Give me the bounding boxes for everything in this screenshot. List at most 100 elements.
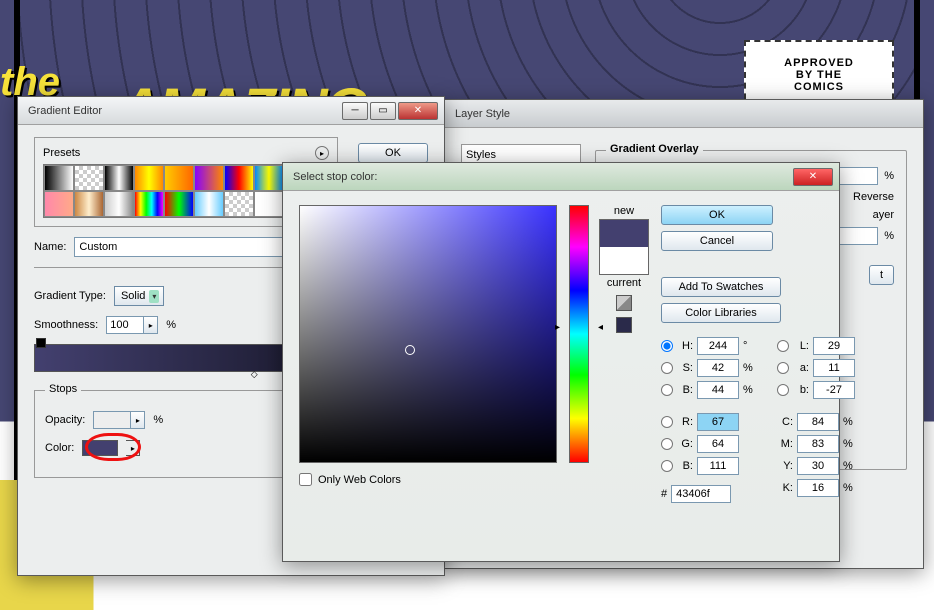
smoothness-input[interactable] (106, 316, 144, 334)
web-safe-warning-icon[interactable] (616, 295, 632, 311)
presets-label: Presets (43, 147, 80, 159)
close-icon[interactable]: ✕ (398, 102, 438, 120)
h-label: H: (677, 340, 693, 352)
b-rgb-label: B: (677, 460, 693, 472)
preset-swatch[interactable] (134, 191, 164, 217)
stamp-line2: BY THE (796, 69, 842, 81)
y-input[interactable] (797, 457, 839, 475)
new-color-swatch[interactable] (600, 220, 648, 247)
preset-swatch[interactable] (134, 165, 164, 191)
preset-swatch[interactable] (44, 191, 74, 217)
sat-radio[interactable] (661, 362, 673, 374)
gradient-type-select[interactable]: Solid (114, 286, 164, 306)
preset-swatch[interactable] (224, 191, 254, 217)
close-icon[interactable]: ✕ (793, 168, 833, 186)
preset-swatch[interactable] (254, 191, 284, 217)
only-web-colors-checkbox[interactable] (299, 473, 312, 486)
b-lab-label: b: (793, 384, 809, 396)
preset-swatch[interactable] (44, 165, 74, 191)
new-color-label: new (599, 205, 649, 217)
r-radio[interactable] (661, 416, 673, 428)
pct-unit: % (153, 414, 163, 426)
preset-swatch[interactable] (104, 165, 134, 191)
overlay-pct-input-1[interactable] (834, 167, 878, 185)
color-label: Color: (45, 442, 74, 454)
gradient-type-label: Gradient Type: (34, 290, 106, 302)
preset-swatch[interactable] (224, 165, 254, 191)
layer-style-titlebar[interactable]: Layer Style (445, 100, 923, 128)
hue-slider[interactable] (569, 205, 589, 463)
ok-button[interactable]: OK (661, 205, 773, 225)
b-lab-input[interactable] (813, 381, 855, 399)
gradient-editor-titlebar[interactable]: Gradient Editor ─ ▭ ✕ (18, 97, 444, 125)
a-radio[interactable] (777, 362, 789, 374)
pct-unit: % (843, 482, 857, 494)
a-label: a: (793, 362, 809, 374)
hex-input[interactable] (671, 485, 731, 503)
web-safe-swatch[interactable] (616, 317, 632, 333)
hue-slider-thumb-icon[interactable] (565, 322, 593, 328)
minimize-icon[interactable]: ─ (342, 102, 368, 120)
bri-radio[interactable] (661, 384, 673, 396)
gradient-editor-title: Gradient Editor (24, 105, 340, 117)
c-input[interactable] (797, 413, 839, 431)
name-label: Name: (34, 241, 66, 253)
cancel-button[interactable]: Cancel (661, 231, 773, 251)
b-lab-radio[interactable] (777, 384, 789, 396)
stops-legend: Stops (45, 383, 81, 395)
b-rgb-input[interactable] (697, 457, 739, 475)
r-input[interactable] (697, 413, 739, 431)
l-input[interactable] (813, 337, 855, 355)
preset-swatch[interactable] (74, 165, 104, 191)
stamp-line3: COMICS (794, 81, 844, 93)
opacity-stop[interactable] (36, 338, 46, 348)
b-hsb-label: B: (677, 384, 693, 396)
reverse-label: Reverse (853, 191, 894, 203)
color-swatch-arrow-icon[interactable]: ▸ (126, 440, 140, 456)
g-input[interactable] (697, 435, 739, 453)
preset-swatch[interactable] (194, 191, 224, 217)
pct-unit: % (843, 416, 857, 428)
preset-swatch[interactable] (194, 165, 224, 191)
maximize-icon[interactable]: ▭ (370, 102, 396, 120)
preset-swatch[interactable] (164, 165, 194, 191)
pct-unit: % (743, 362, 757, 374)
midpoint-icon[interactable]: ◇ (251, 369, 258, 380)
b-hsb-input[interactable] (697, 381, 739, 399)
preset-swatch[interactable] (74, 191, 104, 217)
b-rgb-radio[interactable] (661, 460, 673, 472)
ok-button[interactable]: OK (358, 143, 428, 163)
new-current-swatch (599, 219, 649, 275)
hue-radio[interactable] (661, 340, 673, 352)
l-radio[interactable] (777, 340, 789, 352)
color-picker-title: Select stop color: (289, 171, 791, 183)
r-label: R: (677, 416, 693, 428)
pct-unit: % (884, 230, 894, 242)
preset-swatch[interactable] (164, 191, 194, 217)
s-input[interactable] (697, 359, 739, 377)
color-field-marker-icon[interactable] (405, 345, 415, 355)
add-to-swatches-button[interactable]: Add To Swatches (661, 277, 781, 297)
m-input[interactable] (797, 435, 839, 453)
g-radio[interactable] (661, 438, 673, 450)
color-field[interactable] (299, 205, 557, 463)
gradient-overlay-legend: Gradient Overlay (606, 143, 703, 155)
layer-style-title: Layer Style (451, 108, 917, 120)
color-picker-titlebar[interactable]: Select stop color: ✕ (283, 163, 839, 191)
k-input[interactable] (797, 479, 839, 497)
h-input[interactable] (697, 337, 739, 355)
color-libraries-button[interactable]: Color Libraries (661, 303, 781, 323)
l-label: L: (793, 340, 809, 352)
preset-swatch[interactable] (104, 191, 134, 217)
preset-grid (43, 164, 283, 218)
a-input[interactable] (813, 359, 855, 377)
opacity-input[interactable] (93, 411, 131, 429)
hex-label: # (661, 488, 667, 500)
color-swatch[interactable] (82, 440, 118, 456)
spinner-arrow-icon[interactable]: ▸ (144, 316, 158, 334)
presets-menu-icon[interactable]: ▸ (315, 146, 329, 160)
spinner-arrow-icon[interactable]: ▸ (131, 411, 145, 429)
preset-swatch[interactable] (254, 165, 284, 191)
y-label: Y: (777, 460, 793, 472)
current-color-swatch[interactable] (600, 247, 648, 274)
